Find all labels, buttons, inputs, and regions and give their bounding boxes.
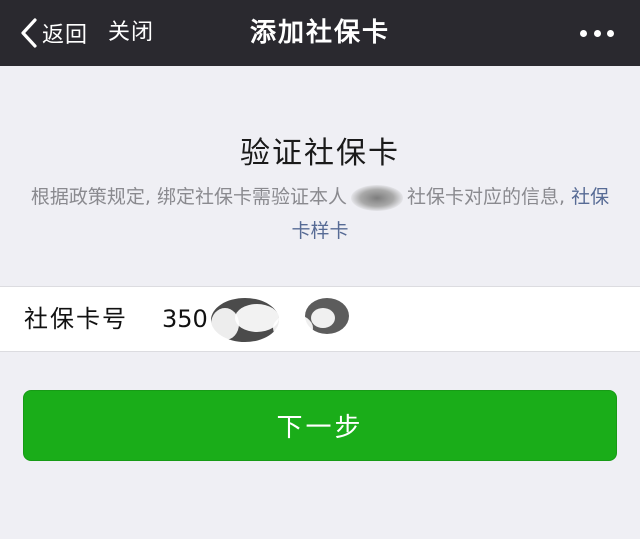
back-button[interactable]: 返回 (20, 14, 88, 52)
more-dots-icon (593, 29, 601, 37)
more-dots-icon (580, 29, 587, 37)
more-menu-button[interactable] (580, 22, 614, 44)
chevron-left-icon (21, 18, 37, 48)
redacted-card-number (211, 298, 349, 342)
close-button[interactable]: 关闭 (108, 14, 154, 52)
more-dots-icon (607, 29, 614, 37)
verify-description: 根据政策规定, 绑定社保卡需验证本人 社保卡对应的信息, 社保卡样卡 (30, 180, 610, 248)
back-label: 返回 (42, 23, 89, 48)
card-number-label: 社保卡号 (24, 305, 128, 333)
verify-desc-part2: 社保卡对应的信息, (406, 186, 566, 208)
verify-desc-part1: 根据政策规定, 绑定社保卡需验证本人 (30, 186, 347, 208)
page-title: 添加社保卡 (249, 18, 390, 48)
card-number-input[interactable]: 350 (162, 287, 208, 351)
verify-title: 验证社保卡 (240, 136, 400, 171)
redacted-name (350, 184, 403, 211)
navigation-bar: 返回 关闭 添加社保卡 (0, 0, 640, 66)
next-step-button[interactable]: 下一步 (23, 390, 617, 461)
